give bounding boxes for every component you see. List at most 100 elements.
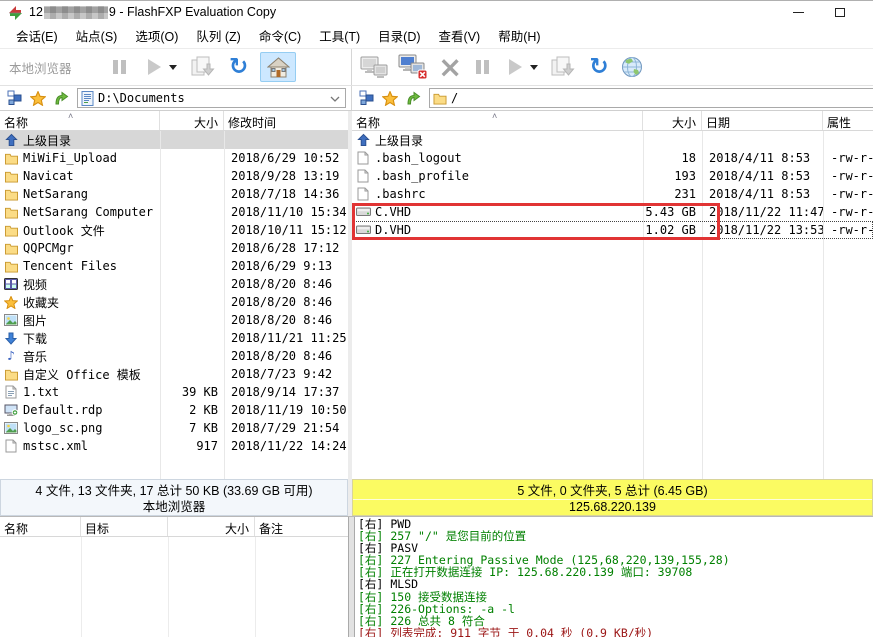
- flashfxp-logo-icon: [8, 5, 23, 20]
- remote-file-pane: ˄ 名称 大小 日期 属性 上级目录 .bash_logout: [352, 111, 873, 479]
- queue-column-target[interactable]: 目标: [81, 517, 168, 536]
- column-header-size[interactable]: 大小: [160, 111, 224, 130]
- start-queue-dropdown-remote[interactable]: [530, 65, 538, 70]
- favorites-folder-icon: [3, 296, 19, 309]
- disconnect-button[interactable]: [398, 54, 428, 80]
- transfer-button[interactable]: [190, 55, 216, 79]
- menu-item[interactable]: 命令(C): [250, 23, 310, 48]
- connect-icon: [360, 55, 389, 80]
- column-header-name[interactable]: 名称: [352, 111, 643, 130]
- refresh-icon: ↻: [589, 56, 608, 79]
- file-row[interactable]: 下载 2018/11/21 11:25: [0, 329, 348, 347]
- minimize-button[interactable]: [778, 1, 818, 23]
- combobox-dropdown-button[interactable]: [330, 91, 340, 105]
- log-line: [右]列表完成: 911 字节 于 0.04 秒 (0.9 KB/秒): [358, 627, 873, 637]
- start-queue-dropdown[interactable]: [169, 65, 177, 70]
- file-row[interactable]: NetSarang Computer 2018/11/10 15:34: [0, 203, 348, 221]
- censored-ip-block: [44, 6, 108, 19]
- column-header-modified[interactable]: 修改时间: [224, 111, 348, 130]
- home-icon: [267, 57, 290, 78]
- log-line: [右]正在打开数据连接 IP: 125.68.220.139 端口: 39708: [358, 566, 873, 578]
- pause-icon: [113, 60, 126, 74]
- folder-icon: [3, 224, 19, 237]
- file-row[interactable]: QQPCMgr 2018/6/28 17:12: [0, 239, 348, 257]
- local-path-value: D:\Documents: [98, 91, 185, 105]
- updir-icon: [3, 133, 19, 147]
- queue-column-note[interactable]: 备注: [255, 517, 348, 536]
- file-row[interactable]: Default.rdp 2 KB 2018/11/19 10:50: [0, 401, 348, 419]
- remote-list-header: ˄ 名称 大小 日期 属性: [352, 111, 873, 131]
- folder-tree-button-remote[interactable]: [359, 90, 375, 106]
- refresh-remote-button[interactable]: ↻: [589, 56, 608, 79]
- column-divider: [81, 537, 82, 637]
- menu-item[interactable]: 选项(O): [126, 23, 187, 48]
- up-directory-button-remote[interactable]: [405, 90, 421, 106]
- file-row[interactable]: 收藏夹 2018/8/20 8:46: [0, 293, 348, 311]
- favorites-button[interactable]: [30, 91, 46, 106]
- downloads-folder-icon: [3, 332, 19, 345]
- remote-status-bar: 5 文件, 0 文件夹, 5 总计 (6.45 GB) 125.68.220.1…: [352, 479, 873, 516]
- folder-icon: [3, 188, 19, 201]
- start-queue-button-remote[interactable]: [509, 59, 522, 75]
- refresh-local-button[interactable]: ↻: [229, 56, 248, 79]
- remote-list-body: 上级目录 .bash_logout 18 2018/4/11 8:53 -rw-…: [352, 131, 873, 479]
- file-row[interactable]: .bash_logout 18 2018/4/11 8:53 -rw-r--r-…: [352, 149, 873, 167]
- abort-button[interactable]: ×: [438, 53, 462, 82]
- favorites-button-remote[interactable]: [382, 91, 398, 106]
- file-row[interactable]: 自定义 Office 模板 2018/7/23 9:42: [0, 365, 348, 383]
- menu-item[interactable]: 队列 (Z): [187, 23, 249, 48]
- web-browse-button[interactable]: [621, 56, 643, 78]
- queue-log-splitter[interactable]: [348, 517, 355, 637]
- local-status-label: 本地浏览器: [1, 500, 347, 515]
- local-path-combobox[interactable]: D:\Documents: [77, 88, 346, 108]
- file-row[interactable]: logo_sc.png 7 KB 2018/7/29 21:54: [0, 419, 348, 437]
- menu-item[interactable]: 会话(E): [7, 23, 67, 48]
- column-header-date[interactable]: 日期: [702, 111, 823, 130]
- file-row[interactable]: NetSarang 2018/7/18 14:36: [0, 185, 348, 203]
- file-row[interactable]: 上级目录: [0, 131, 348, 149]
- remote-path-combobox[interactable]: /: [429, 88, 873, 108]
- menu-item[interactable]: 帮助(H): [489, 23, 549, 48]
- file-row[interactable]: 图片 2018/8/20 8:46: [0, 311, 348, 329]
- folder-icon: [3, 152, 19, 165]
- queue-column-size[interactable]: 大小: [168, 517, 255, 536]
- menu-item[interactable]: 查看(V): [430, 23, 490, 48]
- maximize-button[interactable]: [820, 1, 860, 23]
- folder-icon: [3, 242, 19, 255]
- ftp-log-pane[interactable]: [右]PWD [右]257 "/" 是您目前的位置 [右]PASV [右]227…: [355, 517, 873, 637]
- pause-queue-button-remote[interactable]: [476, 60, 489, 74]
- maximize-icon: [835, 8, 845, 17]
- file-row[interactable]: C.VHD 5.43 GB 2018/11/22 11:47 -rw-r--r-…: [352, 203, 873, 221]
- pause-queue-button[interactable]: [113, 60, 126, 74]
- up-directory-button[interactable]: [53, 90, 69, 106]
- column-header-size[interactable]: 大小: [643, 111, 702, 130]
- file-row[interactable]: ♪音乐 2018/8/20 8:46: [0, 347, 348, 365]
- file-row[interactable]: Outlook 文件 2018/10/11 15:12: [0, 221, 348, 239]
- column-header-name[interactable]: 名称: [0, 111, 160, 130]
- menu-item[interactable]: 站点(S): [67, 23, 127, 48]
- play-icon: [509, 59, 522, 75]
- file-row[interactable]: D.VHD 1.02 GB 2018/11/22 13:53 -rw-r--r-…: [352, 221, 873, 239]
- play-icon: [148, 59, 161, 75]
- queue-column-name[interactable]: 名称: [0, 517, 81, 536]
- file-row[interactable]: .bashrc 231 2018/4/11 8:53 -rw-r--r--: [352, 185, 873, 203]
- file-icon: [355, 151, 371, 165]
- file-row[interactable]: 视频 2018/8/20 8:46: [0, 275, 348, 293]
- file-row[interactable]: MiWiFi_Upload 2018/6/29 10:52: [0, 149, 348, 167]
- home-folder-button[interactable]: [260, 52, 296, 82]
- file-row[interactable]: Tencent Files 2018/6/29 9:13: [0, 257, 348, 275]
- menu-item[interactable]: 工具(T): [310, 23, 369, 48]
- start-queue-button[interactable]: [148, 59, 161, 75]
- file-row[interactable]: mstsc.xml 917 2018/11/22 14:24: [0, 437, 348, 455]
- column-header-attr[interactable]: 属性: [823, 111, 873, 130]
- updir-icon: [355, 133, 371, 147]
- menu-item[interactable]: 目录(D): [369, 23, 429, 48]
- folder-tree-button[interactable]: [7, 90, 23, 106]
- local-file-pane: ˄ 名称 大小 修改时间 上级目录 MiWiFi_Upload: [0, 111, 348, 479]
- file-row[interactable]: Navicat 2018/9/28 13:19: [0, 167, 348, 185]
- connect-button[interactable]: [360, 55, 389, 80]
- file-row[interactable]: 上级目录: [352, 131, 873, 149]
- file-row[interactable]: .bash_profile 193 2018/4/11 8:53 -rw-r--…: [352, 167, 873, 185]
- file-row[interactable]: 1.txt 39 KB 2018/9/14 17:37: [0, 383, 348, 401]
- transfer-button-remote[interactable]: [550, 55, 576, 79]
